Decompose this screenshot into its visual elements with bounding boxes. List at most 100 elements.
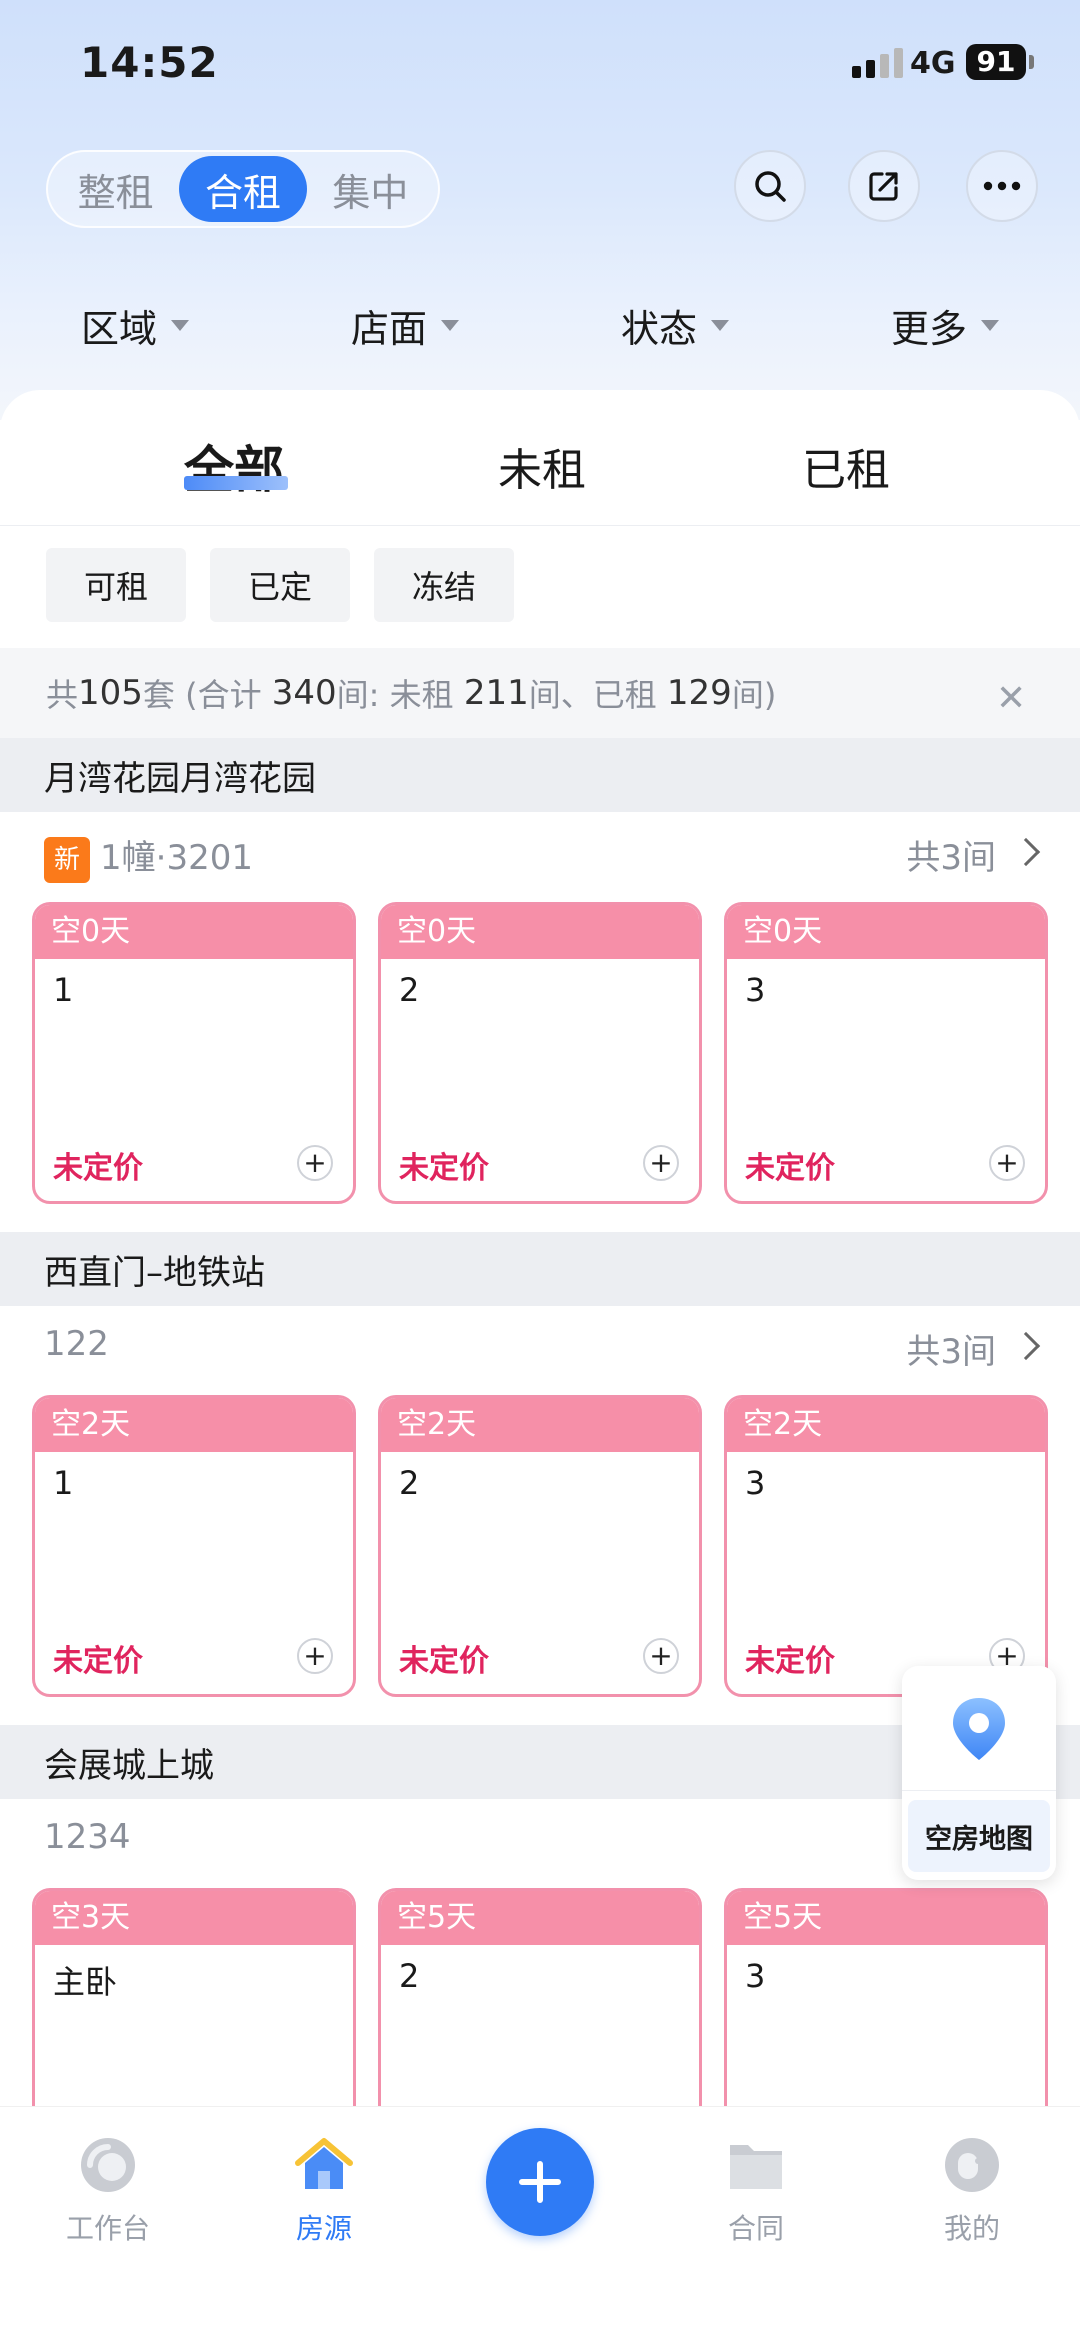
plus-icon <box>519 2161 561 2203</box>
summary-unrented: 211 <box>463 673 529 713</box>
plus-icon[interactable]: + <box>297 1145 333 1181</box>
room-name: 1 <box>53 971 74 1009</box>
group-header: 月湾花园月湾花园 <box>0 738 1080 812</box>
mode-centralized[interactable]: 集中 <box>307 156 434 222</box>
room-name: 2 <box>399 971 420 1009</box>
caret-down-icon <box>441 319 459 331</box>
room-vacancy: 空0天 <box>727 905 1045 959</box>
room-name: 2 <box>399 1957 420 1995</box>
close-icon[interactable]: ✕ <box>996 678 1026 719</box>
unit-title: 新 1幢·3201 <box>44 830 253 883</box>
more-button[interactable] <box>966 150 1038 222</box>
room-name: 3 <box>745 971 766 1009</box>
room-card[interactable]: 空2天 2 未定价 + <box>378 1395 702 1697</box>
summary-total-rooms: 340 <box>271 673 337 713</box>
chip-frozen[interactable]: 冻结 <box>374 548 514 622</box>
network-type: 4G <box>910 46 956 81</box>
status-tabs: 全部 未租 已租 <box>0 390 1080 526</box>
unit-row[interactable]: 122 共3间 <box>0 1306 1080 1386</box>
room-name: 1 <box>53 1464 74 1502</box>
filter-more-label: 更多 <box>890 306 967 351</box>
rent-mode-switch: 整租 合租 集中 <box>46 150 440 228</box>
summary-bar: 共 105 套 (合计 340 间: 未租 211 间、已租 129 间) <box>0 648 1080 738</box>
summary-rented: 129 <box>666 673 732 713</box>
caret-down-icon <box>711 319 729 331</box>
unit-number: 1幢·3201 <box>100 838 253 878</box>
status-time: 14:52 <box>80 38 219 87</box>
room-vacancy: 空2天 <box>35 1398 353 1452</box>
chevron-right-icon <box>1011 1331 1041 1361</box>
room-price: 未定价 <box>399 1644 489 1679</box>
chevron-right-icon <box>1011 837 1041 867</box>
vacancy-map-button[interactable]: 空房地图 <box>902 1666 1056 1880</box>
room-name: 主卧 <box>53 1963 118 2001</box>
plus-icon[interactable]: + <box>643 1145 679 1181</box>
filter-store[interactable]: 店面 <box>270 290 540 360</box>
plus-icon[interactable]: + <box>643 1638 679 1674</box>
house-icon <box>295 2138 353 2189</box>
room-price: 未定价 <box>745 1644 835 1679</box>
tab-contracts[interactable]: 合同 <box>676 2133 836 2247</box>
workbench-icon <box>81 2138 135 2192</box>
tab-listings-label: 房源 <box>295 2212 352 2245</box>
mode-whole-rent[interactable]: 整租 <box>52 156 179 222</box>
caret-down-icon <box>981 319 999 331</box>
tab-all[interactable]: 全部 <box>184 430 284 502</box>
room-vacancy: 空2天 <box>381 1398 699 1452</box>
tab-rented[interactable]: 已租 <box>802 434 890 498</box>
share-button[interactable] <box>848 150 920 222</box>
filter-area[interactable]: 区域 <box>0 290 270 360</box>
status-bar: 14:52 4G 91 <box>0 0 1080 130</box>
status-chips: 可租 已定 冻结 <box>46 548 514 622</box>
room-card[interactable]: 空0天 3 未定价 + <box>724 902 1048 1204</box>
room-card[interactable]: 空2天 1 未定价 + <box>32 1395 356 1697</box>
unit-row[interactable]: 新 1幢·3201 共3间 <box>0 812 1080 892</box>
tab-active-indicator <box>184 476 288 490</box>
unit-number: 1234 <box>44 1817 131 1857</box>
room-name: 3 <box>745 1464 766 1502</box>
mode-shared-rent[interactable]: 合租 <box>179 156 307 222</box>
more-icon <box>983 181 1021 191</box>
summary-text: 间: 未租 <box>336 676 454 714</box>
plus-icon[interactable]: + <box>297 1638 333 1674</box>
chip-reserved[interactable]: 已定 <box>210 548 350 622</box>
tab-unrented[interactable]: 未租 <box>498 434 586 498</box>
room-price: 未定价 <box>53 1151 143 1186</box>
search-button[interactable] <box>734 150 806 222</box>
room-vacancy: 空0天 <box>381 905 699 959</box>
chip-available[interactable]: 可租 <box>46 548 186 622</box>
room-vacancy: 空3天 <box>35 1891 353 1945</box>
filter-status[interactable]: 状态 <box>540 290 810 360</box>
signal-icon <box>852 48 903 78</box>
share-icon <box>869 172 898 201</box>
room-card[interactable]: 空2天 3 未定价 + <box>724 1395 1048 1697</box>
tab-workbench-label: 工作台 <box>65 2212 150 2245</box>
plus-icon[interactable]: + <box>989 1145 1025 1181</box>
room-count: 共3间 <box>906 1332 996 1372</box>
tab-contracts-label: 合同 <box>727 2212 784 2245</box>
room-count: 共3间 <box>906 838 996 878</box>
vacancy-map-label: 空房地图 <box>908 1800 1050 1872</box>
divider <box>0 525 1080 526</box>
tab-listings[interactable]: 房源 <box>244 2133 404 2247</box>
room-card[interactable]: 空0天 2 未定价 + <box>378 902 702 1204</box>
folder-icon <box>730 2145 782 2189</box>
filter-area-label: 区域 <box>80 306 157 351</box>
room-card[interactable]: 空0天 1 未定价 + <box>32 902 356 1204</box>
tab-mine[interactable]: 我的 <box>892 2133 1052 2247</box>
room-vacancy: 空5天 <box>381 1891 699 1945</box>
tab-workbench[interactable]: 工作台 <box>28 2133 188 2247</box>
room-name: 3 <box>745 1957 766 1995</box>
tab-mine-label: 我的 <box>943 2212 1000 2245</box>
room-price: 未定价 <box>399 1151 489 1186</box>
filter-more[interactable]: 更多 <box>810 290 1080 360</box>
search-icon <box>755 171 786 202</box>
profile-icon <box>945 2138 999 2192</box>
add-button[interactable] <box>486 2128 594 2236</box>
room-price: 未定价 <box>53 1644 143 1679</box>
room-vacancy: 空2天 <box>727 1398 1045 1452</box>
caret-down-icon <box>171 319 189 331</box>
room-row: 空2天 1 未定价 + 空2天 2 未定价 + 空2天 3 未定价 + <box>32 1395 1048 1697</box>
room-name: 2 <box>399 1464 420 1502</box>
summary-text: 间) <box>731 676 777 714</box>
